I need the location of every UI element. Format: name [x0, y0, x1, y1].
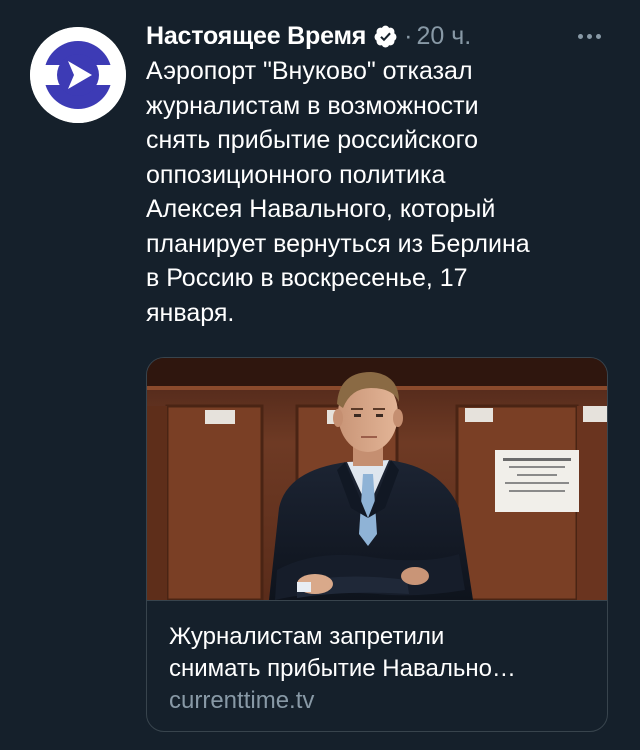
link-preview-image[interactable]: [147, 358, 607, 601]
tweet-text-line: планирует вернуться из Берлина: [146, 229, 530, 258]
tweet-text-line: Аэропорт "Внуково" отказал: [146, 57, 473, 85]
avatar[interactable]: [30, 27, 126, 123]
tweet-text-line: оппозиционного политика: [146, 160, 446, 189]
tweet-timestamp[interactable]: 20 ч.: [416, 22, 471, 51]
tweet-content: Настоящее Время · 20 ч. Аэропорт "Внуков…: [146, 18, 612, 330]
link-preview-card[interactable]: Журналистам запретили снимать прибытие Н…: [146, 357, 608, 732]
link-preview-title: Журналистам запретили снимать прибытие Н…: [169, 621, 589, 685]
author-name[interactable]: Настоящее Время: [146, 22, 366, 51]
tweet-text-line: Алексея Навального, который: [146, 195, 496, 223]
link-preview-body: Журналистам запретили снимать прибытие Н…: [147, 601, 607, 717]
link-preview-title-line: снимать прибытие Навально…: [169, 655, 516, 682]
tweet-text: Аэропорт "Внуково" отказал журналистам в…: [146, 54, 606, 330]
tweet[interactable]: Настоящее Время · 20 ч. Аэропорт "Внуков…: [0, 0, 640, 750]
current-time-logo-icon: [30, 27, 126, 123]
link-preview-title-line: Журналистам запретили: [169, 623, 445, 650]
separator-dot: ·: [404, 21, 413, 50]
tweet-text-line: в Россию в воскресенье, 17: [146, 264, 468, 292]
tweet-text-line: журналистам в возможности: [146, 91, 479, 120]
verified-badge-icon: [373, 24, 398, 49]
news-photo: [147, 358, 607, 600]
link-preview-domain: currenttime.tv: [169, 687, 315, 714]
tweet-text-line: января.: [146, 298, 235, 327]
tweet-text-line: снять прибытие российского: [146, 126, 479, 154]
tweet-header: Настоящее Время · 20 ч.: [146, 18, 612, 54]
